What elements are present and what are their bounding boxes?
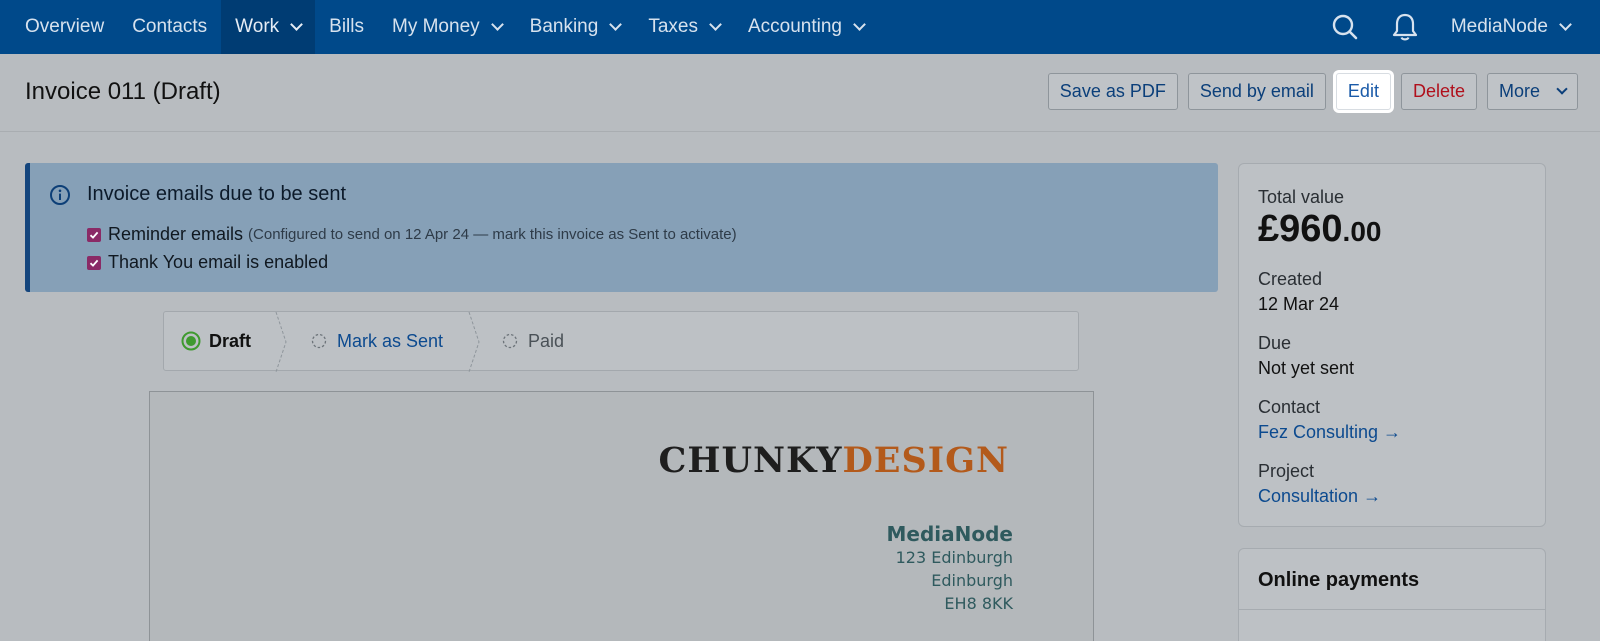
reminder-emails-label: Reminder emails [108, 224, 244, 244]
email-info-banner: Invoice emails due to be sent Reminder e… [25, 163, 1218, 292]
nav-banking-label: Banking [529, 16, 599, 37]
thankyou-email-checkbox[interactable] [87, 255, 101, 270]
edit-button[interactable]: Edit [1335, 73, 1391, 110]
step-paid: Paid [502, 312, 564, 370]
total-value-pence: .00 [1342, 216, 1382, 247]
total-value-main: £960 [1258, 208, 1343, 250]
chevron-down-icon [1556, 82, 1568, 95]
step-mark-as-sent[interactable]: Mark as Sent [311, 312, 443, 370]
step-separator [468, 312, 480, 372]
invoice-status-steps: Draft Mark as Sent Paid [163, 311, 1079, 372]
pending-step-icon [502, 333, 518, 349]
total-value: £960.00 [1258, 208, 1381, 251]
thankyou-email-row: Thank You email is enabled [87, 252, 328, 273]
banner-title: Invoice emails due to be sent [87, 183, 347, 205]
chevron-down-icon [709, 17, 722, 31]
nav-my-money-label: My Money [392, 16, 480, 37]
save-as-pdf-button[interactable]: Save as PDF [1047, 73, 1178, 110]
nav-right-group: MediaNode [1325, 0, 1600, 54]
nav-overview-label: Overview [25, 16, 105, 37]
nav-work-label: Work [235, 16, 280, 37]
nav-my-money[interactable]: My Money [378, 0, 516, 54]
nav-overview[interactable]: Overview [0, 0, 118, 54]
delete-button[interactable]: Delete [1400, 73, 1477, 110]
created-label: Created [1258, 269, 1323, 289]
nav-contacts-label: Contacts [132, 16, 208, 37]
sender-name: MediaNode [886, 522, 1014, 546]
more-button-label: More [1498, 81, 1540, 101]
chevron-down-icon [853, 17, 866, 31]
online-payments-card: Online payments [1238, 548, 1546, 641]
nav-banking[interactable]: Banking [516, 0, 635, 54]
invoice-summary-card: Total value £960.00 Created 12 Mar 24 Du… [1238, 163, 1546, 527]
due-label: Due [1258, 333, 1292, 353]
total-value-label: Total value [1258, 187, 1345, 207]
reminder-emails-note: (Configured to send on 12 Apr 24 — mark … [248, 226, 737, 243]
org-name: MediaNode [1450, 16, 1548, 37]
step-draft: Draft [181, 312, 251, 370]
step-draft-label: Draft [209, 330, 252, 351]
reminder-emails-checkbox[interactable] [87, 227, 101, 242]
chevron-down-icon [490, 17, 504, 31]
created-value: 12 Mar 24 [1258, 294, 1340, 314]
contact-link[interactable]: Fez Consulting → [1258, 422, 1401, 443]
online-payments-title: Online payments [1258, 569, 1420, 591]
company-logo: CHUNKYDESIGN [659, 440, 1009, 481]
nav-taxes-label: Taxes [648, 16, 698, 37]
invoice-preview: CHUNKYDESIGN MediaNode 123 Edinburgh Edi… [149, 391, 1094, 641]
nav-bills[interactable]: Bills [315, 0, 378, 54]
top-navigation: Overview Contacts Work Bills My Money Ba… [0, 0, 1600, 54]
nav-taxes[interactable]: Taxes [634, 0, 734, 54]
divider [1239, 609, 1545, 610]
search-icon[interactable] [1325, 7, 1365, 47]
page-title: Invoice 011 (Draft) [25, 78, 221, 105]
logo-text-design: DESIGN [842, 440, 1009, 481]
reminder-emails-row: Reminder emails (Configured to send on 1… [87, 224, 737, 245]
step-separator [275, 312, 287, 372]
bell-icon[interactable] [1385, 7, 1425, 47]
org-menu[interactable]: MediaNode [1450, 16, 1572, 38]
contact-label: Contact [1258, 397, 1321, 417]
nav-bills-label: Bills [329, 16, 364, 37]
more-button[interactable]: More [1486, 73, 1578, 110]
step-paid-label: Paid [528, 330, 565, 351]
chevron-down-icon [609, 17, 623, 31]
thankyou-email-label: Thank You email is enabled [108, 252, 329, 272]
step-mark-as-sent-label: Mark as Sent [337, 330, 444, 351]
active-step-icon [181, 331, 201, 351]
sender-address: MediaNode 123 Edinburgh Edinburgh EH8 8K… [887, 522, 1014, 615]
address-line: EH8 8KK [944, 594, 1013, 613]
project-label: Project [1258, 461, 1315, 481]
nav-accounting-label: Accounting [747, 16, 842, 37]
info-icon [49, 184, 71, 211]
chevron-down-icon [290, 17, 304, 31]
nav-contacts[interactable]: Contacts [118, 0, 221, 54]
logo-text-chunky: CHUNKY [658, 440, 843, 481]
project-link[interactable]: Consultation → [1258, 486, 1381, 507]
nav-accounting[interactable]: Accounting [734, 0, 878, 54]
page-header: Invoice 011 (Draft) Save as PDF Send by … [0, 54, 1600, 132]
due-value: Not yet sent [1258, 358, 1355, 378]
address-line: 123 Edinburgh [895, 548, 1013, 567]
chevron-down-icon [1559, 17, 1572, 31]
header-actions: Save as PDF Send by email Edit Delete Mo… [1047, 73, 1578, 110]
send-by-email-button[interactable]: Send by email [1187, 73, 1326, 110]
address-line: Edinburgh [931, 571, 1013, 590]
pending-step-icon [311, 333, 327, 349]
nav-work[interactable]: Work [221, 0, 316, 54]
